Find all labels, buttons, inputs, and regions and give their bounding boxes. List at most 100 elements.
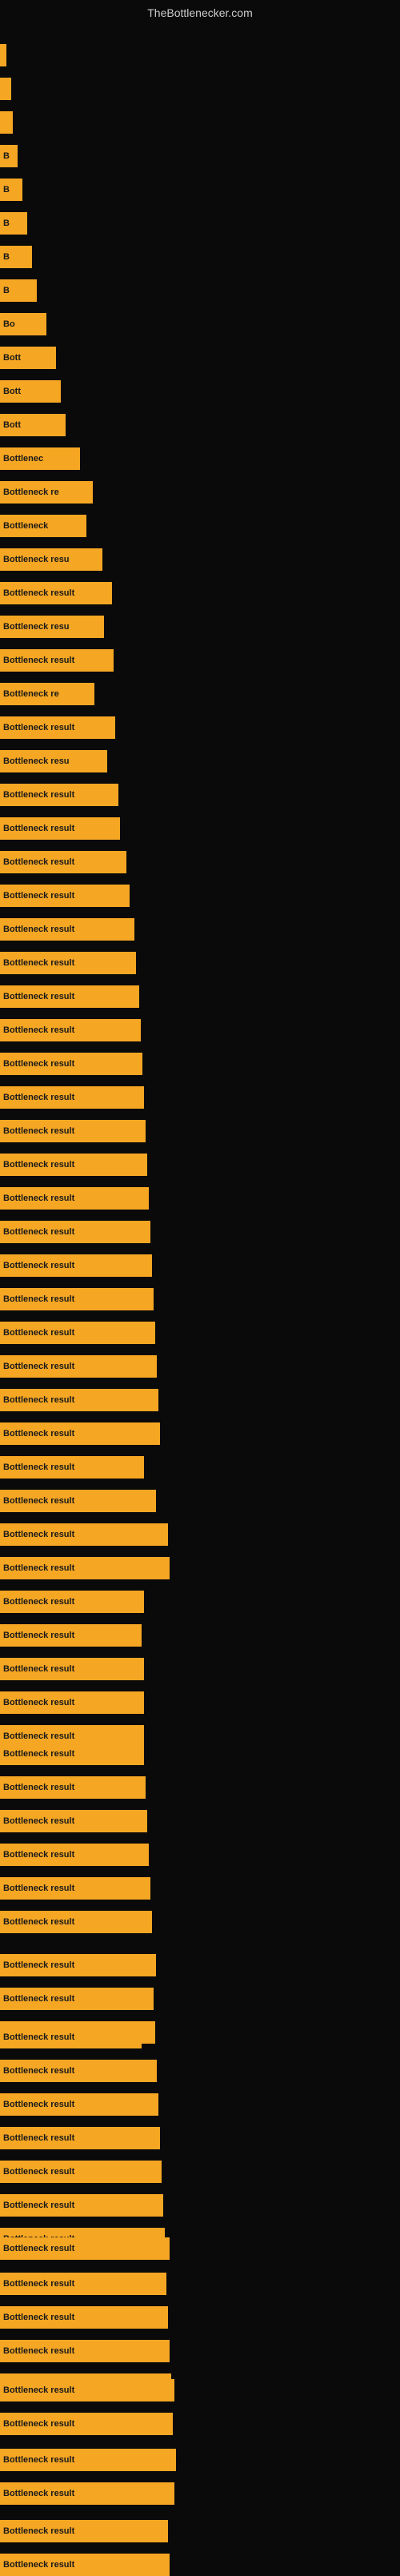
bar-item: Bott — [0, 414, 66, 436]
bar-item: Bottleneck result — [0, 2127, 160, 2149]
bar-label: B — [3, 185, 10, 195]
bar-item: B — [0, 145, 18, 167]
bar-label: Bottleneck result — [3, 1884, 74, 1893]
bar-label: Bottleneck re — [3, 488, 59, 497]
bar-item: Bottleneck result — [0, 952, 136, 974]
bar-label: Bottleneck result — [3, 992, 74, 1001]
bar-item: Bottleneck result — [0, 1658, 144, 1680]
bar-label: Bottleneck result — [3, 1463, 74, 1472]
bar-label: Bottleneck result — [3, 925, 74, 934]
bar-item — [0, 44, 6, 66]
bar-label: Bottleneck resu — [3, 622, 70, 632]
bar-item: Bottleneck result — [0, 885, 130, 907]
bar-item: Bottleneck result — [0, 1844, 149, 1866]
bar-label: Bottleneck re — [3, 689, 59, 699]
bar-item: Bottleneck result — [0, 2413, 173, 2435]
bar-label: Bott — [3, 353, 21, 363]
bar-label: Bottleneck result — [3, 2100, 74, 2109]
bar-item: Bottleneck result — [0, 716, 115, 739]
bar-item: Bottleneck result — [0, 2520, 168, 2542]
bar-label: Bottleneck result — [3, 2201, 74, 2210]
bar-item: Bottleneck — [0, 515, 86, 537]
bar-item — [0, 111, 13, 134]
bar-item: Bottleneck result — [0, 1288, 154, 1310]
bar-label: Bottleneck result — [3, 656, 74, 665]
bar-label: Bottleneck — [3, 521, 48, 531]
bar-item: Bottleneck result — [0, 1776, 146, 1799]
bar-label: Bottleneck result — [3, 1395, 74, 1405]
bar-item: Bottleneck result — [0, 2449, 176, 2471]
bar-item: Bott — [0, 380, 61, 403]
bar-item: Bottleneck result — [0, 2306, 168, 2329]
bar-label: Bottleneck result — [3, 1749, 74, 1759]
bar-label: Bottleneck result — [3, 1597, 74, 1607]
bar-item: Bottleneck result — [0, 1053, 142, 1075]
bar-label: Bott — [3, 420, 21, 430]
bar-item: B — [0, 212, 27, 235]
bar-item: Bottleneck result — [0, 582, 112, 604]
bar-item: Bottleneck result — [0, 2026, 142, 2048]
bar-item: Bottleneck result — [0, 1019, 141, 1041]
bar-item — [0, 78, 11, 100]
bar-item: Bottleneck resu — [0, 616, 104, 638]
bar-item: Bottleneck result — [0, 1086, 144, 1109]
bar-item: Bottleneck result — [0, 817, 120, 840]
bar-label: Bottleneck result — [3, 2066, 74, 2076]
bar-item: Bottleneck result — [0, 784, 118, 806]
bar-item: Bottleneck result — [0, 1187, 149, 1210]
bar-item: Bott — [0, 347, 56, 369]
bar-label: B — [3, 219, 10, 228]
bar-label: Bottleneck result — [3, 1496, 74, 1506]
bar-item: Bottleneck result — [0, 1355, 157, 1378]
bar-label: Bottleneck result — [3, 1194, 74, 1203]
bar-label: Bottleneck result — [3, 1025, 74, 1035]
bar-label: Bottleneck result — [3, 2244, 74, 2253]
bar-label: Bottleneck result — [3, 1328, 74, 1338]
bar-label: Bottleneck result — [3, 1294, 74, 1304]
bar-item: Bottleneck result — [0, 851, 126, 873]
bar-label: Bottleneck result — [3, 1362, 74, 1371]
bar-label: B — [3, 151, 10, 161]
bar-label: Bottleneck result — [3, 1429, 74, 1438]
bar-label: Bottleneck result — [3, 790, 74, 800]
bar-item: Bottleneck result — [0, 1456, 144, 1479]
bar-item: Bottleneck result — [0, 1120, 146, 1142]
bar-item: Bottleneck result — [0, 2194, 163, 2217]
bar-item: Bottleneck result — [0, 2554, 170, 2576]
bar-item: Bottleneck re — [0, 481, 93, 504]
bar-label: Bottleneck result — [3, 2032, 74, 2042]
bar-label: Bottleneck result — [3, 2385, 74, 2395]
bar-label: Bottleneck result — [3, 1850, 74, 1860]
bar-item: Bottleneck result — [0, 1154, 147, 1176]
bar-label: Bottleneck result — [3, 1664, 74, 1674]
bar-label: Bottleneck result — [3, 1917, 74, 1927]
bar-item: Bottlenec — [0, 447, 80, 470]
bar-item: Bottleneck result — [0, 649, 114, 672]
bar-label: Bottleneck result — [3, 1059, 74, 1069]
bar-label: Bottleneck result — [3, 1698, 74, 1707]
bar-item: Bottleneck result — [0, 1743, 144, 1765]
bar-item: Bottleneck result — [0, 1954, 156, 1976]
bar-item: Bottleneck result — [0, 1490, 156, 1512]
bar-item: Bottleneck result — [0, 2273, 166, 2295]
bar-label: Bottleneck result — [3, 857, 74, 867]
bar-item: Bottleneck resu — [0, 750, 107, 772]
bar-label: B — [3, 252, 10, 262]
bar-item: Bottleneck result — [0, 985, 139, 1008]
bar-item: Bottleneck result — [0, 1557, 170, 1579]
bar-item: Bottleneck result — [0, 1523, 168, 1546]
bar-label: Bottleneck result — [3, 2346, 74, 2356]
bar-label: Bottleneck result — [3, 2133, 74, 2143]
bar-item: Bottleneck result — [0, 1911, 152, 1933]
bar-item: Bottleneck result — [0, 2482, 174, 2505]
bar-label: Bottleneck resu — [3, 756, 70, 766]
bar-label: Bottleneck result — [3, 2526, 74, 2536]
bar-item: Bottleneck result — [0, 918, 134, 941]
bar-label: Bottleneck result — [3, 2455, 74, 2465]
bar-item: Bottleneck resu — [0, 548, 102, 571]
bar-item: Bo — [0, 313, 46, 335]
bar-label: Bottleneck result — [3, 958, 74, 968]
bar-label: Bottleneck result — [3, 1530, 74, 1539]
bar-label: Bottleneck result — [3, 1994, 74, 2004]
bar-label: Bottleneck result — [3, 824, 74, 833]
